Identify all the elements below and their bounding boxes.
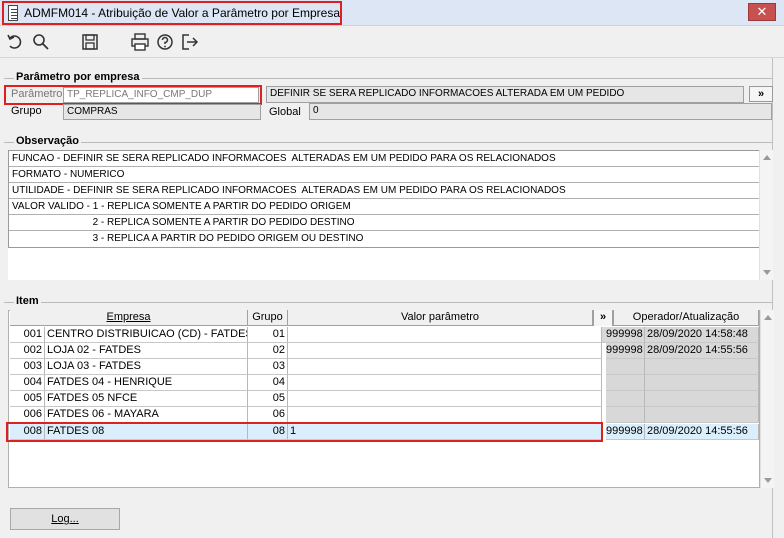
parametro-group-title: Parâmetro por empresa [14,71,142,83]
grupo-label: Grupo [11,105,42,117]
row-valor[interactable] [288,359,602,375]
observacao-line: VALOR VALIDO - 1 - REPLICA SOMENTE A PAR… [9,199,759,215]
row-operador: 999998 [606,424,645,440]
row-operador [606,391,645,407]
row-empresa: LOJA 02 - FATDES [45,343,248,359]
parametro-more-button[interactable]: » [749,86,773,102]
item-group-title: Item [14,295,41,307]
observacao-line: UTILIDADE - DEFINIR SE SERA REPLICADO IN… [9,183,759,199]
col-valor-header[interactable]: Valor parâmetro [288,310,593,326]
row-empresa: FATDES 06 - MAYARA [45,407,248,423]
row-data: 28/09/2020 14:58:48 [645,327,759,343]
undo-icon[interactable] [6,32,26,52]
title-highlight: ADMFM014 - Atribuição de Valor a Parâmet… [2,1,342,25]
row-operador [606,375,645,391]
row-grupo: 05 [248,391,288,407]
row-grupo: 03 [248,359,288,375]
row-grupo: 02 [248,343,288,359]
selected-row-highlight [6,422,603,442]
row-valor[interactable] [288,375,602,391]
row-grupo: 01 [248,327,288,343]
scroll-up-icon[interactable] [764,315,772,320]
title-bar: ADMFM014 - Atribuição de Valor a Parâmet… [0,0,784,26]
global-label: Global [269,106,301,118]
col-grupo-header[interactable]: Grupo [248,310,288,326]
row-empresa: FATDES 04 - HENRIQUE [45,375,248,391]
search-icon[interactable] [31,32,51,52]
row-valor[interactable] [288,327,602,343]
row-grupo: 04 [248,375,288,391]
observacao-line: FORMATO - NUMERICO [9,167,759,183]
col-more-button[interactable]: » [593,310,613,326]
parametro-highlight [4,85,262,105]
row-code: 005 [10,391,45,407]
row-code: 001 [10,327,45,343]
row-code: 002 [10,343,45,359]
row-code: 003 [10,359,45,375]
item-scrollbar[interactable] [760,310,774,488]
document-icon [8,5,19,21]
row-data [645,391,759,407]
exit-icon[interactable] [180,32,200,52]
row-data [645,359,759,375]
row-code: 006 [10,407,45,423]
row-empresa: LOJA 03 - FATDES [45,359,248,375]
observacao-line: 3 - REPLICA A PARTIR DO PEDIDO ORIGEM OU… [12,233,364,244]
row-code: 004 [10,375,45,391]
row-valor[interactable] [288,391,602,407]
observacao-group-title: Observação [14,135,81,147]
grupo-field: COMPRAS [63,104,261,120]
toolbar [0,26,784,58]
print-icon[interactable] [130,32,150,52]
row-operador: 999998 [606,327,645,343]
observacao-scrollbar[interactable] [759,150,773,280]
row-grupo: 06 [248,407,288,423]
observacao-line: 2 - REPLICA SOMENTE A PARTIR DO PEDIDO D… [9,215,759,231]
scroll-down-icon[interactable] [763,270,771,275]
parametro-descricao: DEFINIR SE SERA REPLICADO INFORMACOES AL… [266,86,744,103]
scroll-down-icon[interactable] [764,478,772,483]
col-empresa-label: Empresa [106,311,151,323]
col-empresa-header[interactable]: Empresa [10,310,248,326]
row-empresa: CENTRO DISTRIBUICAO (CD) - FATDES [45,327,248,343]
row-data [645,375,759,391]
row-operador [606,359,645,375]
row-valor[interactable] [288,407,602,423]
row-data: 28/09/2020 14:55:56 [645,343,759,359]
row-operador: 999998 [606,343,645,359]
col-operador-header[interactable]: Operador/Atualização [613,310,759,326]
row-data [645,407,759,423]
observacao-list: FUNCAO - DEFINIR SE SERA REPLICADO INFOR… [8,150,760,248]
log-button[interactable]: Log... [10,508,120,530]
help-icon[interactable] [155,32,175,52]
row-operador [606,407,645,423]
window-title: ADMFM014 - Atribuição de Valor a Parâmet… [24,6,340,20]
observacao-line: FUNCAO - DEFINIR SE SERA REPLICADO INFOR… [9,151,759,167]
row-valor[interactable] [288,343,602,359]
save-icon[interactable] [80,32,100,52]
global-field: 0 [309,103,772,120]
row-data: 28/09/2020 14:55:56 [645,424,759,440]
row-empresa: FATDES 05 NFCE [45,391,248,407]
scroll-up-icon[interactable] [763,155,771,160]
close-button[interactable]: ✕ [748,3,776,21]
